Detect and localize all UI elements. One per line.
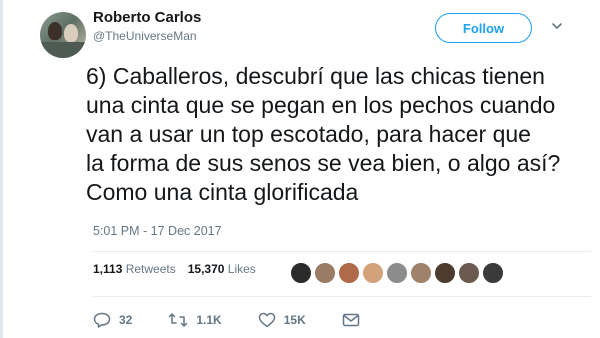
engagement-stats: 1,113 Retweets 15,370 Likes xyxy=(93,262,256,276)
retweet-icon xyxy=(169,313,188,327)
retweets-stat[interactable]: 1,113 Retweets xyxy=(93,262,176,276)
reply-button[interactable]: 32 xyxy=(93,312,132,328)
envelope-icon xyxy=(342,313,359,327)
tweet-timestamp[interactable]: 5:01 PM - 17 Dec 2017 xyxy=(93,224,222,238)
tweet-line: una cinta que se pegan en los pechos cua… xyxy=(86,92,556,118)
tweet-line: Como una cinta glorificada xyxy=(86,179,359,205)
liker-avatar[interactable] xyxy=(290,262,312,284)
likes-count: 15,370 xyxy=(187,262,225,276)
retweet-button[interactable]: 1.1K xyxy=(168,312,222,328)
direct-message-button[interactable] xyxy=(342,313,360,327)
liker-avatar[interactable] xyxy=(482,262,504,284)
likes-label: Likes xyxy=(227,262,256,276)
divider xyxy=(93,251,591,252)
retweet-count: 1.1K xyxy=(196,313,222,327)
like-count: 15K xyxy=(283,313,306,327)
follow-button[interactable]: Follow xyxy=(435,13,532,43)
heart-icon xyxy=(258,312,275,328)
liker-avatar[interactable] xyxy=(362,262,384,284)
thread-line xyxy=(0,0,3,338)
author-name[interactable]: Roberto Carlos xyxy=(93,9,201,26)
reply-icon xyxy=(93,312,111,328)
liker-avatar[interactable] xyxy=(410,262,432,284)
tweet-text: 6) Caballeros, descubrí que las chicas t… xyxy=(86,62,586,207)
retweets-count: 1,113 xyxy=(93,262,123,276)
tweet-line: la forma de sus senos se vea bien, o alg… xyxy=(86,150,561,176)
liker-avatars xyxy=(290,262,504,284)
liker-avatar[interactable] xyxy=(458,262,480,284)
avatar[interactable] xyxy=(40,12,86,58)
liker-avatar[interactable] xyxy=(338,262,360,284)
author-handle[interactable]: @TheUniverseMan xyxy=(93,29,197,43)
tweet-actions: 32 1.1K 15K xyxy=(93,312,396,328)
reply-count: 32 xyxy=(119,313,133,327)
liker-avatar[interactable] xyxy=(314,262,336,284)
liker-avatar[interactable] xyxy=(386,262,408,284)
chevron-down-icon[interactable] xyxy=(551,20,563,32)
likes-stat[interactable]: 15,370 Likes xyxy=(188,262,256,276)
retweets-label: Retweets xyxy=(125,262,176,276)
tweet-line: 6) Caballeros, descubrí que las chicas t… xyxy=(86,63,545,89)
divider xyxy=(93,296,591,297)
tweet-line: van a usar un top escotado, para hacer q… xyxy=(86,121,531,147)
like-button[interactable]: 15K xyxy=(258,312,306,328)
liker-avatar[interactable] xyxy=(434,262,456,284)
